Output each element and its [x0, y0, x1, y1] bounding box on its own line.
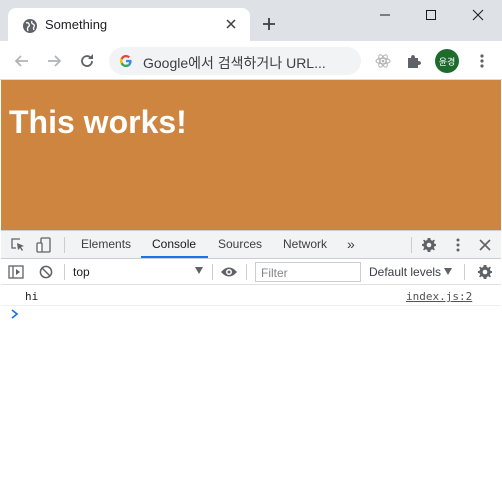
browser-toolbar: Google에서 검색하거나 URL... 윤경: [0, 41, 502, 80]
globe-icon: [23, 19, 37, 33]
tab-sources[interactable]: Sources: [218, 231, 262, 258]
live-expression-button[interactable]: [220, 263, 238, 281]
device-toolbar-button[interactable]: [35, 236, 53, 254]
gear-icon: [478, 265, 492, 279]
arrow-right-icon: [48, 55, 62, 67]
console-settings-button[interactable]: [476, 263, 494, 281]
block-icon: [39, 265, 53, 279]
minimize-button[interactable]: [362, 0, 408, 30]
console-message: hi index.js:2: [1, 288, 501, 306]
inspect-element-button[interactable]: [9, 236, 27, 254]
console-prompt-icon[interactable]: [10, 308, 20, 320]
back-button[interactable]: [10, 49, 34, 73]
active-tab-indicator: [141, 256, 208, 258]
chevron-down-icon: [444, 268, 452, 275]
google-icon: [120, 55, 132, 67]
browser-menu-button[interactable]: [471, 50, 493, 72]
devtools-panel: Elements Console Sources Network » top F…: [1, 230, 501, 484]
device-icon: [36, 237, 51, 253]
console-toolbar: top Filter Default levels: [1, 259, 501, 285]
page-viewport: This works!: [1, 80, 501, 230]
separator: [246, 264, 247, 280]
separator: [411, 237, 412, 253]
tab-console[interactable]: Console: [152, 231, 196, 258]
reload-icon: [81, 54, 93, 67]
toggle-sidebar-button[interactable]: [7, 263, 25, 281]
extensions-button[interactable]: [403, 50, 425, 72]
console-message-source-link[interactable]: index.js:2: [406, 290, 472, 303]
separator: [464, 264, 465, 280]
profile-avatar[interactable]: 윤경: [435, 49, 459, 73]
settings-button[interactable]: [420, 236, 438, 254]
separator: [212, 264, 213, 280]
maximize-icon: [426, 10, 436, 20]
eye-icon: [221, 267, 237, 277]
react-devtools-extension[interactable]: [372, 50, 394, 72]
more-vertical-icon: [456, 238, 460, 252]
minimize-icon: [380, 14, 390, 16]
tab-network[interactable]: Network: [283, 231, 327, 258]
chevron-down-icon: [195, 267, 203, 274]
close-icon: [479, 239, 491, 251]
separator: [64, 264, 65, 280]
browser-tab[interactable]: Something: [8, 8, 250, 41]
devtools-menu-button[interactable]: [449, 236, 467, 254]
gear-icon: [422, 238, 436, 252]
address-bar[interactable]: Google에서 검색하거나 URL...: [109, 47, 361, 75]
filter-placeholder: Filter: [261, 266, 288, 280]
maximize-button[interactable]: [408, 0, 454, 30]
sidebar-icon: [8, 265, 24, 279]
console-message-text: hi: [25, 290, 39, 303]
context-selector[interactable]: top: [73, 265, 203, 279]
close-tab-icon[interactable]: [223, 16, 239, 32]
address-bar-text: Google에서 검색하거나 URL...: [143, 55, 326, 71]
close-icon: [472, 9, 484, 21]
devtools-tabbar: Elements Console Sources Network »: [1, 231, 501, 259]
more-tabs-button[interactable]: »: [347, 236, 355, 252]
clear-console-button[interactable]: [37, 263, 55, 281]
log-levels-dropdown[interactable]: Default levels: [369, 265, 441, 279]
arrow-left-icon: [14, 55, 28, 67]
puzzle-icon: [408, 55, 421, 68]
page-heading: This works!: [9, 104, 187, 140]
forward-button[interactable]: [42, 49, 66, 73]
close-devtools-button[interactable]: [476, 236, 494, 254]
new-tab-icon[interactable]: [262, 17, 276, 31]
react-icon: [375, 54, 391, 68]
reload-button[interactable]: [75, 49, 99, 73]
console-filter-input[interactable]: Filter: [255, 262, 361, 282]
close-window-button[interactable]: [455, 0, 501, 30]
tab-title: Something: [45, 17, 108, 32]
tab-elements[interactable]: Elements: [81, 231, 131, 258]
more-vertical-icon: [480, 54, 484, 68]
browser-titlebar: Something: [0, 0, 502, 41]
inspect-icon: [11, 238, 24, 251]
separator: [64, 237, 65, 253]
